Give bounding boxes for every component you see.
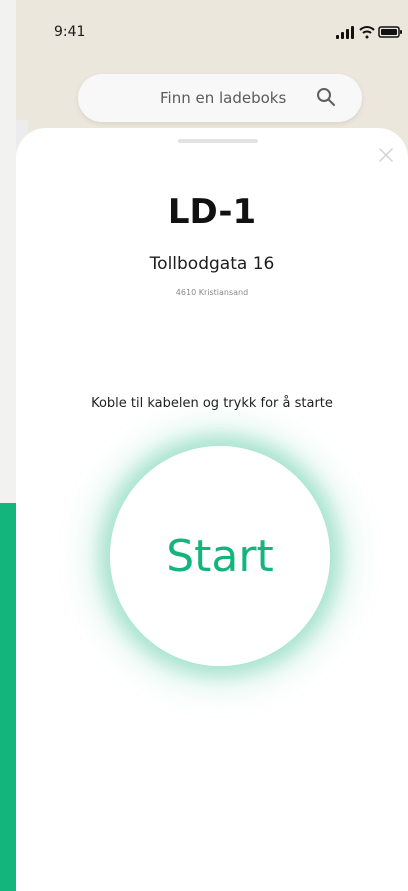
signal-icon [336,26,354,39]
status-icons [334,20,406,44]
postal-address: 4610 Kristiansand [175,288,249,297]
status-bar: 9:41 [16,0,408,60]
wifi-icon [359,26,375,39]
charger-name: LD-1 [167,192,257,232]
accent-strip [0,503,16,891]
app-screen: 9:41 Finn en ladeboks LD-1 Tollbodgata 1… [0,0,408,891]
search-bar[interactable]: Finn en ladeboks [78,74,362,122]
battery-icon [378,26,402,38]
search-icon[interactable] [315,86,337,108]
search-input[interactable]: Finn en ladeboks [160,89,286,107]
charger-sheet: LD-1 Tollbodgata 16 4610 Kristiansand Ko… [16,128,408,891]
start-button[interactable]: Start [110,446,330,666]
instruction-text: Koble til kabelen og trykk for å starte [91,396,333,411]
close-icon[interactable] [377,146,395,164]
start-button-label: Start [166,530,274,582]
street-address: Tollbodgata 16 [149,254,275,274]
sheet-handle[interactable] [178,139,258,143]
status-time: 9:41 [54,24,86,40]
